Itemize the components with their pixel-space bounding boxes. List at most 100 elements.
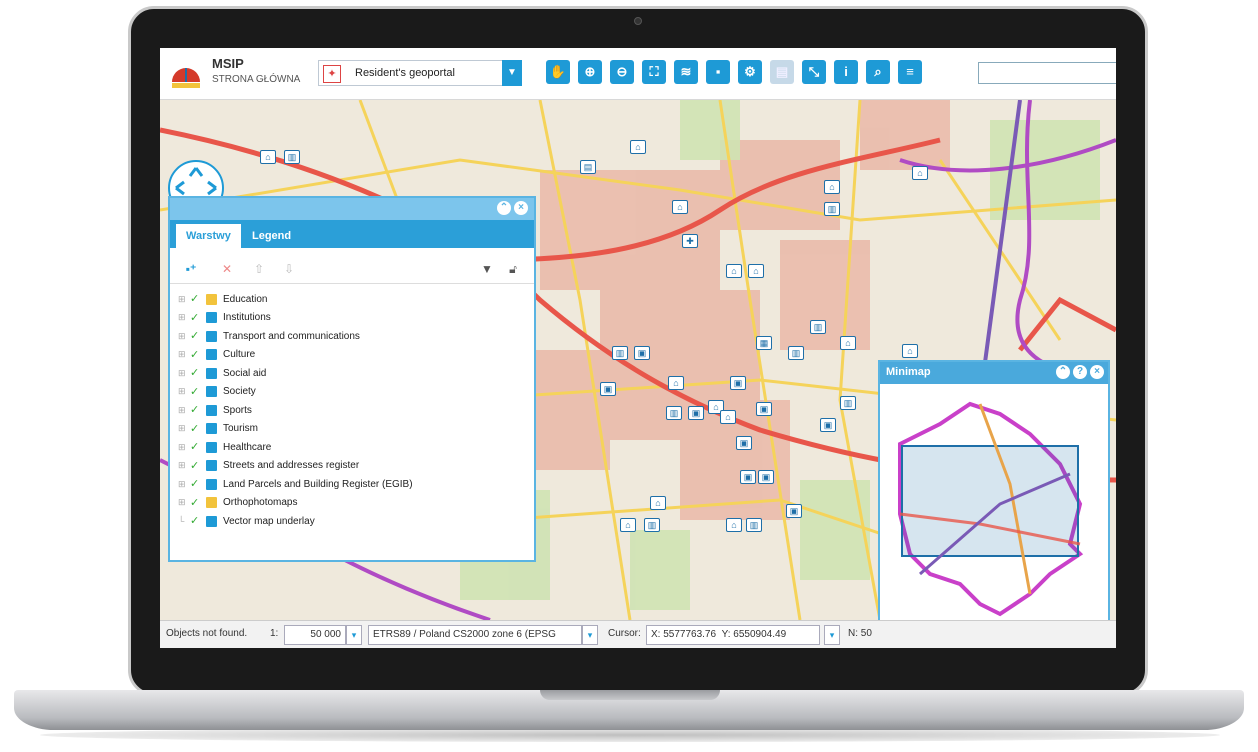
institution-icon[interactable]: ▣ <box>820 418 836 432</box>
institution-icon[interactable]: ▣ <box>740 470 756 484</box>
expand-icon[interactable]: ⊞ <box>178 294 190 305</box>
layer-row[interactable]: ⊞ ✓ Social aid <box>178 364 528 383</box>
education-icon[interactable]: ⌂ <box>260 150 276 164</box>
close-icon[interactable]: × <box>514 201 528 215</box>
education-icon[interactable]: ⌂ <box>748 264 764 278</box>
institution-icon[interactable]: ▣ <box>688 406 704 420</box>
expand-icon[interactable]: ⊞ <box>178 442 190 453</box>
search-icon[interactable]: ⌕ <box>866 60 890 84</box>
layer-row[interactable]: ⊞ ✓ Transport and communications <box>178 327 528 346</box>
education-icon[interactable]: ⌂ <box>912 166 928 180</box>
move-down-icon[interactable]: ⇩ <box>280 260 298 278</box>
add-layer-icon[interactable]: ▪ <box>706 60 730 84</box>
expand-icon[interactable]: ⊞ <box>178 349 190 360</box>
minimap-titlebar[interactable]: Minimap ⌃ ? × <box>880 362 1108 384</box>
minimap-view[interactable] <box>880 384 1108 636</box>
city-logo-icon[interactable] <box>168 56 204 92</box>
panel-titlebar[interactable]: ⌃ × <box>170 198 534 220</box>
menu-icon[interactable]: ≡ <box>898 60 922 84</box>
full-extent-icon[interactable]: ⛶ <box>642 60 666 84</box>
culture-icon[interactable]: ▥ <box>612 346 628 360</box>
tab-layers[interactable]: Warstwy <box>176 224 241 248</box>
info-icon[interactable]: i <box>834 60 858 84</box>
culture-icon[interactable]: ▥ <box>788 346 804 360</box>
healthcare-icon[interactable]: ✚ <box>682 234 698 248</box>
layer-row[interactable]: ⊞ ✓ Education <box>178 290 528 309</box>
layer-row[interactable]: ⊞ ✓ Healthcare <box>178 438 528 457</box>
settings-icon[interactable]: ⚙ <box>738 60 762 84</box>
zoom-out-icon[interactable]: ⊖ <box>610 60 634 84</box>
app-name[interactable]: MSIP <box>212 56 244 71</box>
education-icon[interactable]: ⌂ <box>630 140 646 154</box>
measure-icon[interactable]: ⤡ <box>802 60 826 84</box>
expand-icon[interactable]: ⊞ <box>178 497 190 508</box>
expand-icon[interactable]: ⊞ <box>178 405 190 416</box>
remove-layer-icon[interactable]: ✕ <box>218 260 236 278</box>
move-up-icon[interactable]: ⇧ <box>250 260 268 278</box>
chevron-down-icon[interactable]: ▾ <box>582 625 598 645</box>
education-icon[interactable]: ⌂ <box>672 200 688 214</box>
checkbox-icon[interactable]: ✓ <box>190 349 202 361</box>
expand-icon[interactable]: ⊞ <box>178 312 190 323</box>
layer-row[interactable]: ⊞ ✓ Culture <box>178 346 528 365</box>
education-icon[interactable]: ⌂ <box>902 344 918 358</box>
culture-icon[interactable]: ▥ <box>644 518 660 532</box>
expand-icon[interactable]: ⊞ <box>178 460 190 471</box>
lock-icon[interactable]: 🔓︎ <box>504 260 522 278</box>
culture-icon[interactable]: ▥ <box>824 202 840 216</box>
layer-row[interactable]: ⊞ ✓ Streets and addresses register <box>178 457 528 476</box>
expand-icon[interactable]: ⊞ <box>178 386 190 397</box>
expand-icon[interactable]: ⊞ <box>178 423 190 434</box>
education-icon[interactable]: ⌂ <box>840 336 856 350</box>
layer-row[interactable]: ⊞ ✓ Orthophotomaps <box>178 494 528 513</box>
institution-icon[interactable]: ▣ <box>758 470 774 484</box>
education-icon[interactable]: ⌂ <box>720 410 736 424</box>
layer-row[interactable]: ⊞ ✓ Society <box>178 383 528 402</box>
print-icon[interactable]: ▤ <box>770 60 794 84</box>
education-icon[interactable]: ⌂ <box>824 180 840 194</box>
layer-row[interactable]: └ ✓ Vector map underlay <box>178 512 528 531</box>
institution-icon[interactable]: ▣ <box>600 382 616 396</box>
crs-select[interactable]: ETRS89 / Poland CS2000 zone 6 (EPSG <box>368 625 582 645</box>
expand-icon[interactable]: ⊞ <box>178 368 190 379</box>
institution-icon[interactable]: ▣ <box>634 346 650 360</box>
institution-icon[interactable]: ▣ <box>736 436 752 450</box>
institution-icon[interactable]: ▣ <box>786 504 802 518</box>
expand-icon[interactable]: ⊞ <box>178 479 190 490</box>
education-icon[interactable]: ⌂ <box>620 518 636 532</box>
layer-row[interactable]: ⊞ ✓ Land Parcels and Building Register (EG… <box>178 475 528 494</box>
education-icon[interactable]: ⌂ <box>726 518 742 532</box>
checkbox-icon[interactable]: ✓ <box>190 330 202 342</box>
chevron-down-icon[interactable]: ▾ <box>346 625 362 645</box>
zoom-in-icon[interactable]: ⊕ <box>578 60 602 84</box>
culture-icon[interactable]: ▥ <box>746 518 762 532</box>
hand-icon[interactable]: ✋ <box>546 60 570 84</box>
layer-row[interactable]: ⊞ ✓ Tourism <box>178 420 528 439</box>
checkbox-icon[interactable]: ✓ <box>190 293 202 305</box>
portal-select[interactable]: ✦ Resident's geoportal ▼ <box>318 60 522 86</box>
checkbox-icon[interactable]: ✓ <box>190 404 202 416</box>
layers-icon[interactable]: ≋ <box>674 60 698 84</box>
home-link[interactable]: STRONA GŁÓWNA <box>212 74 300 85</box>
education-icon[interactable]: ⌂ <box>668 376 684 390</box>
filter-icon[interactable]: ▼ <box>478 260 496 278</box>
transport-icon[interactable]: ▤ <box>580 160 596 174</box>
checkbox-icon[interactable]: ✓ <box>190 497 202 509</box>
transport-icon[interactable]: ▦ <box>756 336 772 350</box>
culture-icon[interactable]: ▥ <box>810 320 826 334</box>
layer-row[interactable]: ⊞ ✓ Institutions <box>178 309 528 328</box>
search-input[interactable] <box>978 62 1116 84</box>
dropdown-arrow-icon[interactable]: ▼ <box>502 60 522 86</box>
tab-legend[interactable]: Legend <box>242 224 301 248</box>
help-icon[interactable]: ? <box>1073 365 1087 379</box>
collapse-icon[interactable]: ⌃ <box>497 201 511 215</box>
checkbox-icon[interactable]: ✓ <box>190 478 202 490</box>
checkbox-icon[interactable]: ✓ <box>190 312 202 324</box>
layer-row[interactable]: ⊞ ✓ Sports <box>178 401 528 420</box>
chevron-down-icon[interactable]: ▾ <box>824 625 840 645</box>
culture-icon[interactable]: ▥ <box>284 150 300 164</box>
checkbox-icon[interactable]: ✓ <box>190 367 202 379</box>
education-icon[interactable]: ⌂ <box>726 264 742 278</box>
checkbox-icon[interactable]: ✓ <box>190 460 202 472</box>
institution-icon[interactable]: ▣ <box>730 376 746 390</box>
